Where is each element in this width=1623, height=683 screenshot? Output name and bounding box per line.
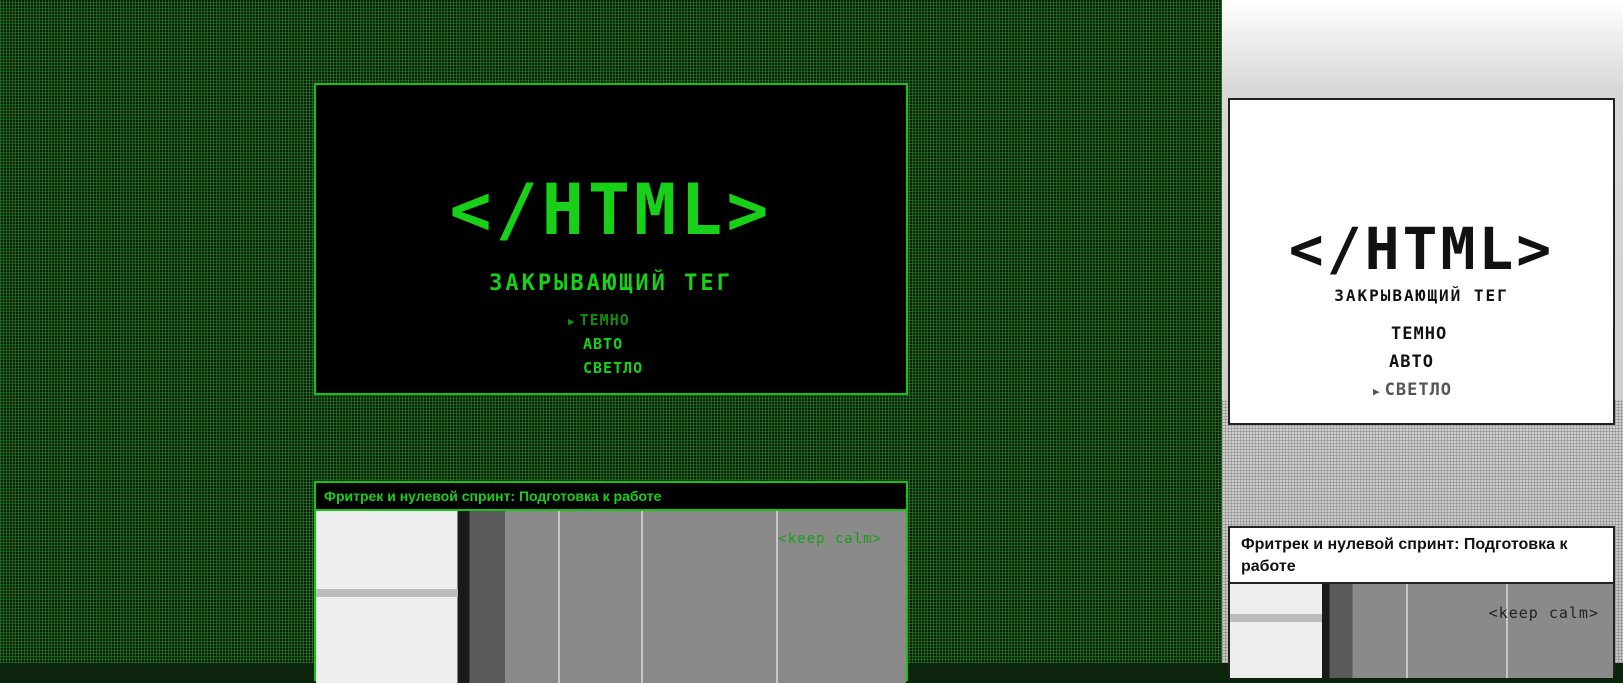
theme-option-light[interactable]: ▶ СВЕТЛО <box>1373 380 1452 400</box>
window-sill <box>1230 614 1322 622</box>
hero-banner-dark: </HTML> ЗАКРЫВАЮЩИЙ ТЕГ ▶ ТЕМНО АВТО СВЕТ… <box>314 83 908 395</box>
article-card-dark[interactable]: Фритрек и нулевой спринт: Подготовка к р… <box>314 481 908 683</box>
dark-theme-preview: </HTML> ЗАКРЫВАЮЩИЙ ТЕГ ▶ ТЕМНО АВТО СВЕТ… <box>0 0 1222 683</box>
theme-option-label: ТЕМНО <box>1391 324 1448 344</box>
image-caption: <keep calm> <box>1488 604 1599 622</box>
brick-line <box>640 511 643 683</box>
window-sill <box>316 589 458 597</box>
brick-line <box>1406 584 1409 678</box>
theme-option-label: АВТО <box>583 335 624 353</box>
article-cover-image[interactable]: <keep calm> <box>316 511 906 683</box>
article-title[interactable]: Фритрек и нулевой спринт: Подготовка к р… <box>316 483 906 511</box>
article-card-light[interactable]: Фритрек и нулевой спринт: Подготовка к р… <box>1228 526 1615 678</box>
site-subtitle: ЗАКРЫВАЮЩИЙ ТЕГ <box>1334 286 1509 305</box>
theme-option-light[interactable]: СВЕТЛО <box>583 359 643 377</box>
selected-arrow-icon: ▶ <box>568 315 576 328</box>
hero-banner-light: </HTML> ЗАКРЫВАЮЩИЙ ТЕГ ТЕМНО АВТО ▶ СВЕТ… <box>1228 98 1615 425</box>
theme-option-label: СВЕТЛО <box>1384 380 1453 400</box>
theme-option-label: СВЕТЛО <box>583 359 644 377</box>
site-subtitle: ЗАКРЫВАЮЩИЙ ТЕГ <box>489 271 733 296</box>
theme-option-dark[interactable]: ▶ ТЕМНО <box>568 311 630 329</box>
theme-option-auto[interactable]: АВТО <box>1389 352 1434 372</box>
brick-line <box>557 511 560 683</box>
article-title[interactable]: Фритрек и нулевой спринт: Подготовка к р… <box>1230 528 1613 584</box>
theme-option-label: АВТО <box>1389 352 1434 372</box>
article-cover-image[interactable]: <keep calm> <box>1230 584 1613 678</box>
brick-line <box>1505 584 1508 678</box>
theme-option-dark[interactable]: ТЕМНО <box>1391 324 1447 344</box>
site-logo[interactable]: </HTML> <box>1230 215 1613 283</box>
site-logo[interactable]: </HTML> <box>316 175 906 245</box>
theme-option-label: ТЕМНО <box>579 311 630 329</box>
image-caption: <keep calm> <box>778 531 882 547</box>
theme-option-auto[interactable]: АВТО <box>583 335 623 353</box>
selected-arrow-icon: ▶ <box>1373 385 1381 398</box>
